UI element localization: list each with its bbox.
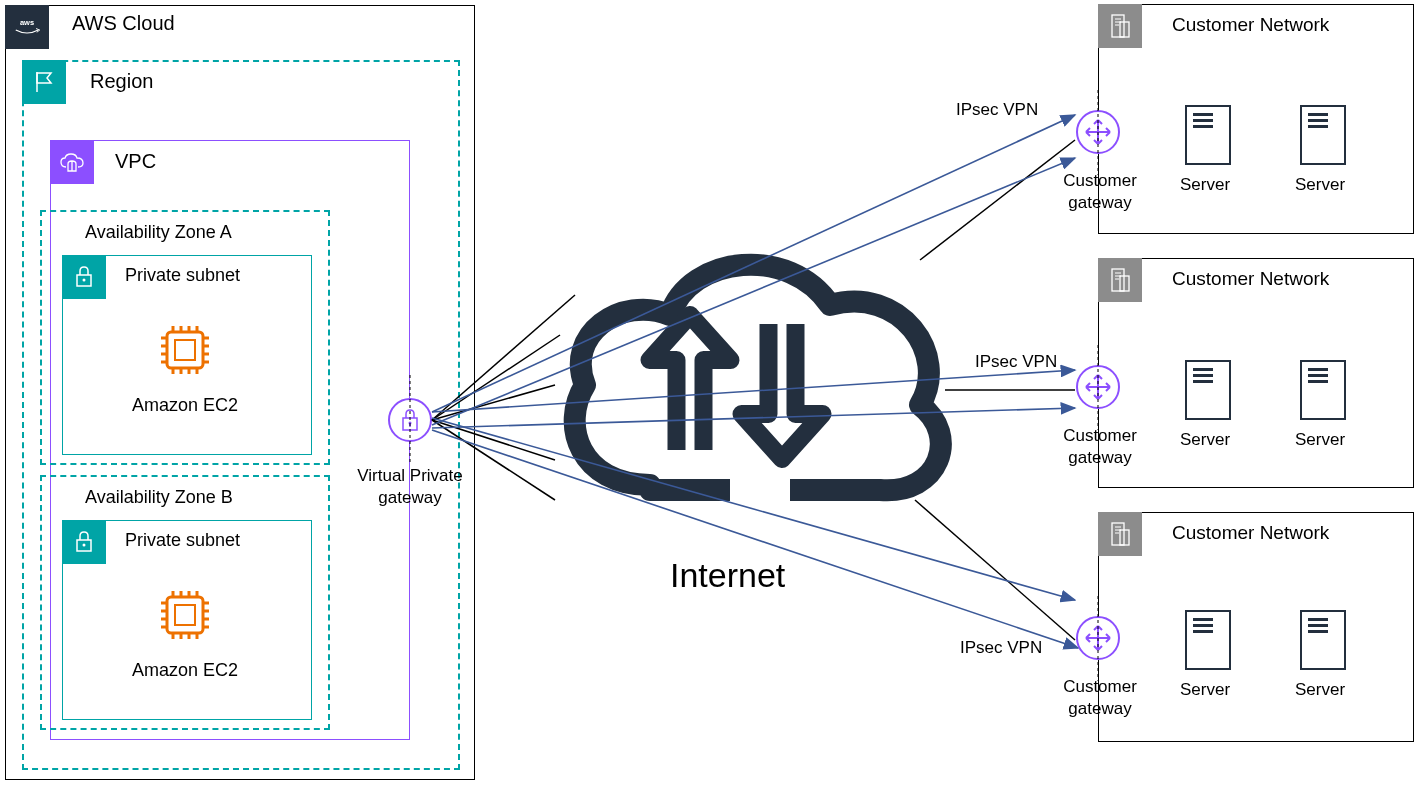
svg-line-54: [915, 500, 1075, 640]
svg-line-52: [920, 140, 1075, 260]
svg-line-47: [432, 420, 555, 500]
svg-line-60: [432, 430, 1078, 648]
svg-line-49: [432, 385, 555, 420]
svg-line-56: [432, 158, 1075, 425]
svg-line-55: [432, 115, 1075, 412]
svg-line-59: [432, 418, 1075, 600]
svg-line-58: [432, 408, 1075, 428]
svg-line-57: [432, 370, 1075, 412]
